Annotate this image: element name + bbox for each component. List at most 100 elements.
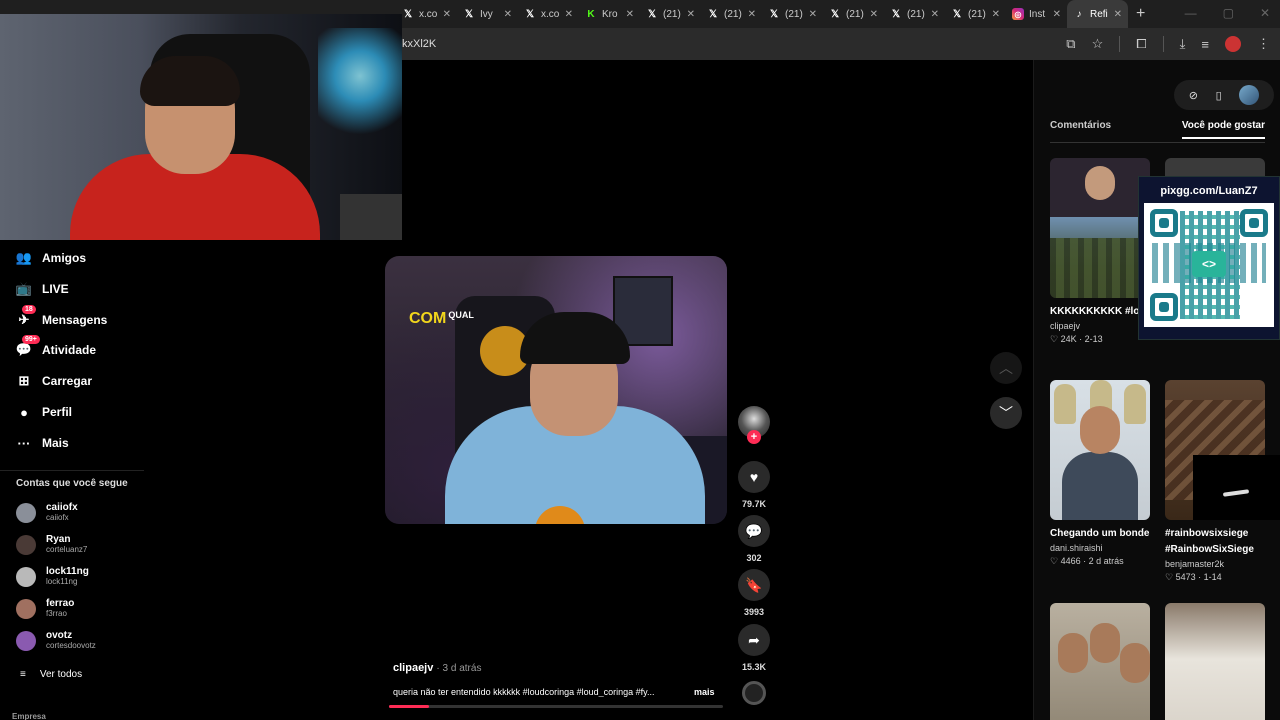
phone-icon[interactable]: ▯	[1216, 89, 1222, 102]
browser-menu-icon[interactable]: ⋮	[1257, 36, 1270, 52]
browser-profile-avatar[interactable]	[1225, 36, 1241, 52]
close-tab-icon[interactable]: ✕	[443, 9, 451, 20]
avatar	[16, 503, 36, 523]
close-tab-icon[interactable]: ✕	[1053, 9, 1061, 20]
browser-tab[interactable]: 𝕏 (21) ✕	[640, 0, 701, 28]
tab-label: (21)	[724, 8, 742, 20]
video-progress-fill	[389, 705, 430, 708]
separator	[1119, 36, 1121, 52]
suggested-video-card[interactable]: KKKKKKKKKK #loudcoringa... clipaejv ♡ 24…	[1050, 158, 1150, 345]
previous-video-button[interactable]: ︿	[990, 352, 1022, 384]
tiktok-logo-icon: ♪	[1076, 8, 1082, 20]
tab-label: Kro	[602, 8, 618, 20]
nav-live[interactable]: 📺 LIVE	[16, 281, 69, 297]
video-thumbnail[interactable]	[1050, 603, 1150, 720]
follow-plus-icon[interactable]: +	[747, 430, 761, 444]
download-icon[interactable]: ⤓	[1180, 36, 1186, 52]
extensions-icon[interactable]: ⧠	[1136, 36, 1146, 52]
following-account[interactable]: Ryan corteluanz7	[16, 535, 87, 555]
following-account[interactable]: lock11ng lock11ng	[16, 567, 89, 587]
share-button[interactable]: ➦	[738, 624, 770, 656]
card-author: clipaejv	[1050, 321, 1081, 331]
x-logo-icon: 𝕏	[525, 8, 535, 20]
card-more-icon[interactable]: ⋮	[1138, 527, 1148, 538]
next-video-button[interactable]: ﹀	[990, 397, 1022, 429]
following-account[interactable]: caiiofx caiiofx	[16, 503, 78, 523]
video-description-more-button[interactable]: mais	[694, 687, 715, 697]
card-likes: 24K	[1060, 334, 1077, 344]
nav-more[interactable]: ··· Mais	[16, 435, 69, 451]
browser-tab[interactable]: 𝕏 Ivy ✕	[457, 0, 518, 28]
browser-tab[interactable]: 𝕏 (21) ✕	[823, 0, 884, 28]
video-progress-bar[interactable]	[389, 705, 723, 708]
tab-label: x.co	[541, 8, 560, 20]
browser-tab[interactable]: ◎ Inst ✕	[1006, 0, 1067, 28]
tab-comments[interactable]: Comentários	[1050, 120, 1111, 139]
nav-label: LIVE	[42, 282, 69, 296]
close-tab-icon[interactable]: ✕	[565, 9, 573, 20]
minimize-icon[interactable]: —	[1185, 6, 1197, 20]
see-all-following-button[interactable]: ≡ Ver todos	[20, 669, 82, 680]
close-tab-icon[interactable]: ✕	[931, 9, 939, 20]
close-tab-icon[interactable]: ✕	[748, 9, 756, 20]
following-account[interactable]: ferrao f3rrao	[16, 599, 74, 619]
close-tab-icon[interactable]: ✕	[687, 9, 695, 20]
nav-friends[interactable]: 👥 Amigos	[16, 250, 86, 266]
music-disc-icon[interactable]	[742, 681, 766, 705]
browser-tab[interactable]: 𝕏x.co ✕	[396, 0, 457, 28]
video-thumbnail[interactable]	[1165, 603, 1265, 720]
video-thumbnail[interactable]	[1050, 158, 1150, 298]
compass-icon[interactable]: ⊘	[1189, 89, 1198, 102]
right-tabs: Comentários Você pode gostar	[1050, 120, 1265, 139]
save-button[interactable]: 🔖	[738, 569, 770, 601]
browser-tab[interactable]: 𝕏x.co ✕	[518, 0, 579, 28]
browser-tab[interactable]: 𝕏 (21) ✕	[762, 0, 823, 28]
nav-activity[interactable]: 💬 99+ Atividade	[16, 335, 96, 358]
suggested-video-card[interactable]: Chegando um bonde forte pra... ⋮ dani.sh…	[1050, 380, 1150, 567]
card-stats: ♡ 5473 · 1-14	[1165, 572, 1222, 582]
tab-label: (21)	[785, 8, 803, 20]
install-app-icon[interactable]: ⧉	[1066, 36, 1075, 52]
creator-avatar-group[interactable]: +	[736, 406, 772, 444]
suggested-video-card[interactable]	[1050, 603, 1150, 720]
new-tab-button[interactable]: +	[1136, 5, 1145, 23]
friends-icon-glyph: 👥	[15, 250, 33, 265]
close-tab-icon[interactable]: ✕	[992, 9, 1000, 20]
creator-avatar[interactable]: +	[738, 406, 770, 444]
video-thumbnail[interactable]	[1050, 380, 1150, 520]
comment-button[interactable]: 💬	[738, 515, 770, 547]
card-likes: 5473	[1175, 572, 1196, 582]
browser-tab[interactable]: 𝕏 (21) ✕	[945, 0, 1006, 28]
close-tab-icon[interactable]: ✕	[870, 9, 878, 20]
browser-tab[interactable]: ♪ Refi ✕	[1067, 0, 1128, 28]
nav-messages[interactable]: ✈ 18 Mensagens	[16, 305, 107, 328]
browser-tab[interactable]: 𝕏 (21) ✕	[701, 0, 762, 28]
video-player[interactable]: COM QUAL	[385, 256, 727, 524]
qr-finder	[1150, 209, 1178, 237]
close-tab-icon[interactable]: ✕	[504, 9, 512, 20]
close-tab-icon[interactable]: ✕	[809, 9, 817, 20]
browser-tab[interactable]: 𝕏 (21) ✕	[884, 0, 945, 28]
close-tab-icon[interactable]: ✕	[1114, 9, 1122, 20]
save-count: 3993	[743, 607, 765, 617]
company-footer-link[interactable]: Empresa	[12, 712, 46, 720]
url-text[interactable]: kxXl2K	[402, 38, 436, 50]
user-avatar[interactable]	[1239, 85, 1260, 105]
browser-tab[interactable]: K Kro ✕	[579, 0, 640, 28]
following-account-text: lock11ng lock11ng	[46, 567, 89, 587]
following-account[interactable]: ovotz cortesdoovotz	[16, 631, 96, 651]
maximize-icon[interactable]: ▢	[1223, 6, 1234, 20]
nav-upload[interactable]: ⊞ Carregar	[16, 373, 92, 389]
media-control-icon[interactable]: ≡	[1201, 37, 1209, 52]
suggested-video-card[interactable]	[1165, 603, 1265, 720]
like-button[interactable]: ♥	[738, 461, 770, 493]
avatar	[16, 631, 36, 651]
bookmark-star-icon[interactable]: ☆	[1092, 36, 1104, 52]
close-window-icon[interactable]: ✕	[1260, 6, 1270, 20]
card-likes: 4466	[1060, 556, 1081, 566]
nav-profile[interactable]: ● Perfil	[16, 404, 72, 420]
tabs-underline	[1050, 142, 1265, 143]
tab-suggested[interactable]: Você pode gostar	[1181, 120, 1265, 139]
video-author[interactable]: clipaejv	[393, 662, 433, 674]
close-tab-icon[interactable]: ✕	[626, 9, 634, 20]
